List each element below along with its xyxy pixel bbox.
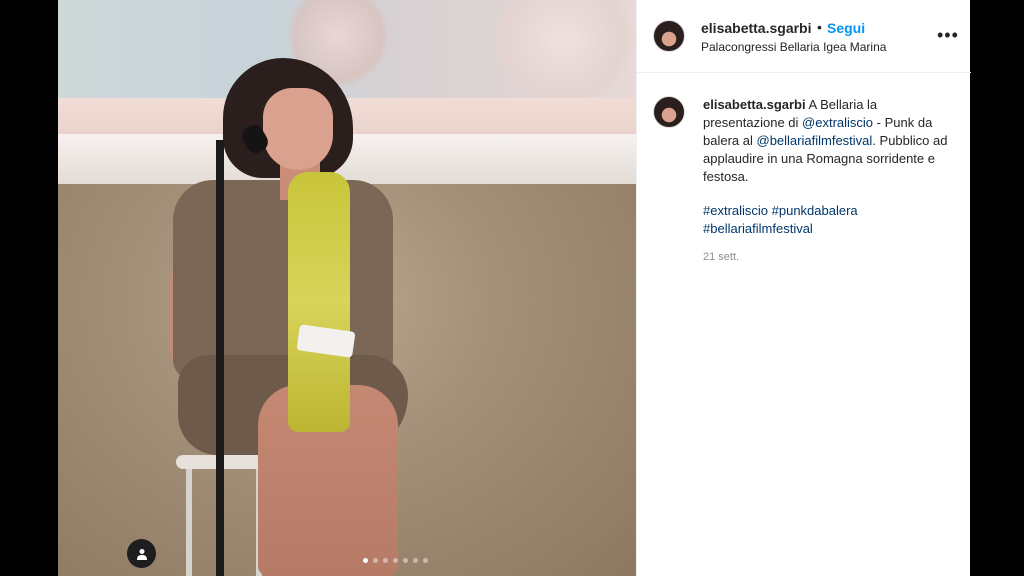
location-link[interactable]: Palacongressi Bellaria Igea Marina [701,40,886,54]
post-header: elisabetta.sgarbi • Segui Palacongressi … [637,0,971,73]
hashtags[interactable]: #extraliscio #punkdabalera #bellariafilm… [703,202,951,238]
microphone-stand [216,140,224,576]
carousel-dot-active [363,558,368,563]
username-link[interactable]: elisabetta.sgarbi [701,20,812,36]
separator-dot: • [817,19,822,35]
yellow-scarf [288,172,350,432]
carousel-indicator [363,558,428,563]
post-caption: elisabetta.sgarbi A Bellaria la presenta… [703,96,951,186]
carousel-dot [423,558,428,563]
person-face [263,88,333,170]
user-tag-icon [136,548,147,560]
post-details-panel: elisabetta.sgarbi • Segui Palacongressi … [636,0,971,576]
carousel-dot [413,558,418,563]
caption-avatar[interactable] [653,96,685,128]
post-photo[interactable]: › [58,0,636,576]
mention-bellariafilmfestival[interactable]: @bellariafilmfestival [757,133,873,148]
person-dress [173,180,393,380]
stool-leg [186,469,192,576]
tagged-users-button[interactable] [127,539,156,568]
follow-button[interactable]: Segui [827,20,865,36]
carousel-dot [383,558,388,563]
carousel-dot [373,558,378,563]
caption-username[interactable]: elisabetta.sgarbi [703,97,806,112]
carousel-dot [403,558,408,563]
flower-decoration-right [488,0,636,98]
more-options-icon[interactable]: ••• [937,26,959,44]
post-date[interactable]: 21 sett. [703,251,739,263]
mention-extraliscio[interactable]: @extraliscio [802,115,873,130]
avatar[interactable] [653,20,685,52]
carousel-dot [393,558,398,563]
